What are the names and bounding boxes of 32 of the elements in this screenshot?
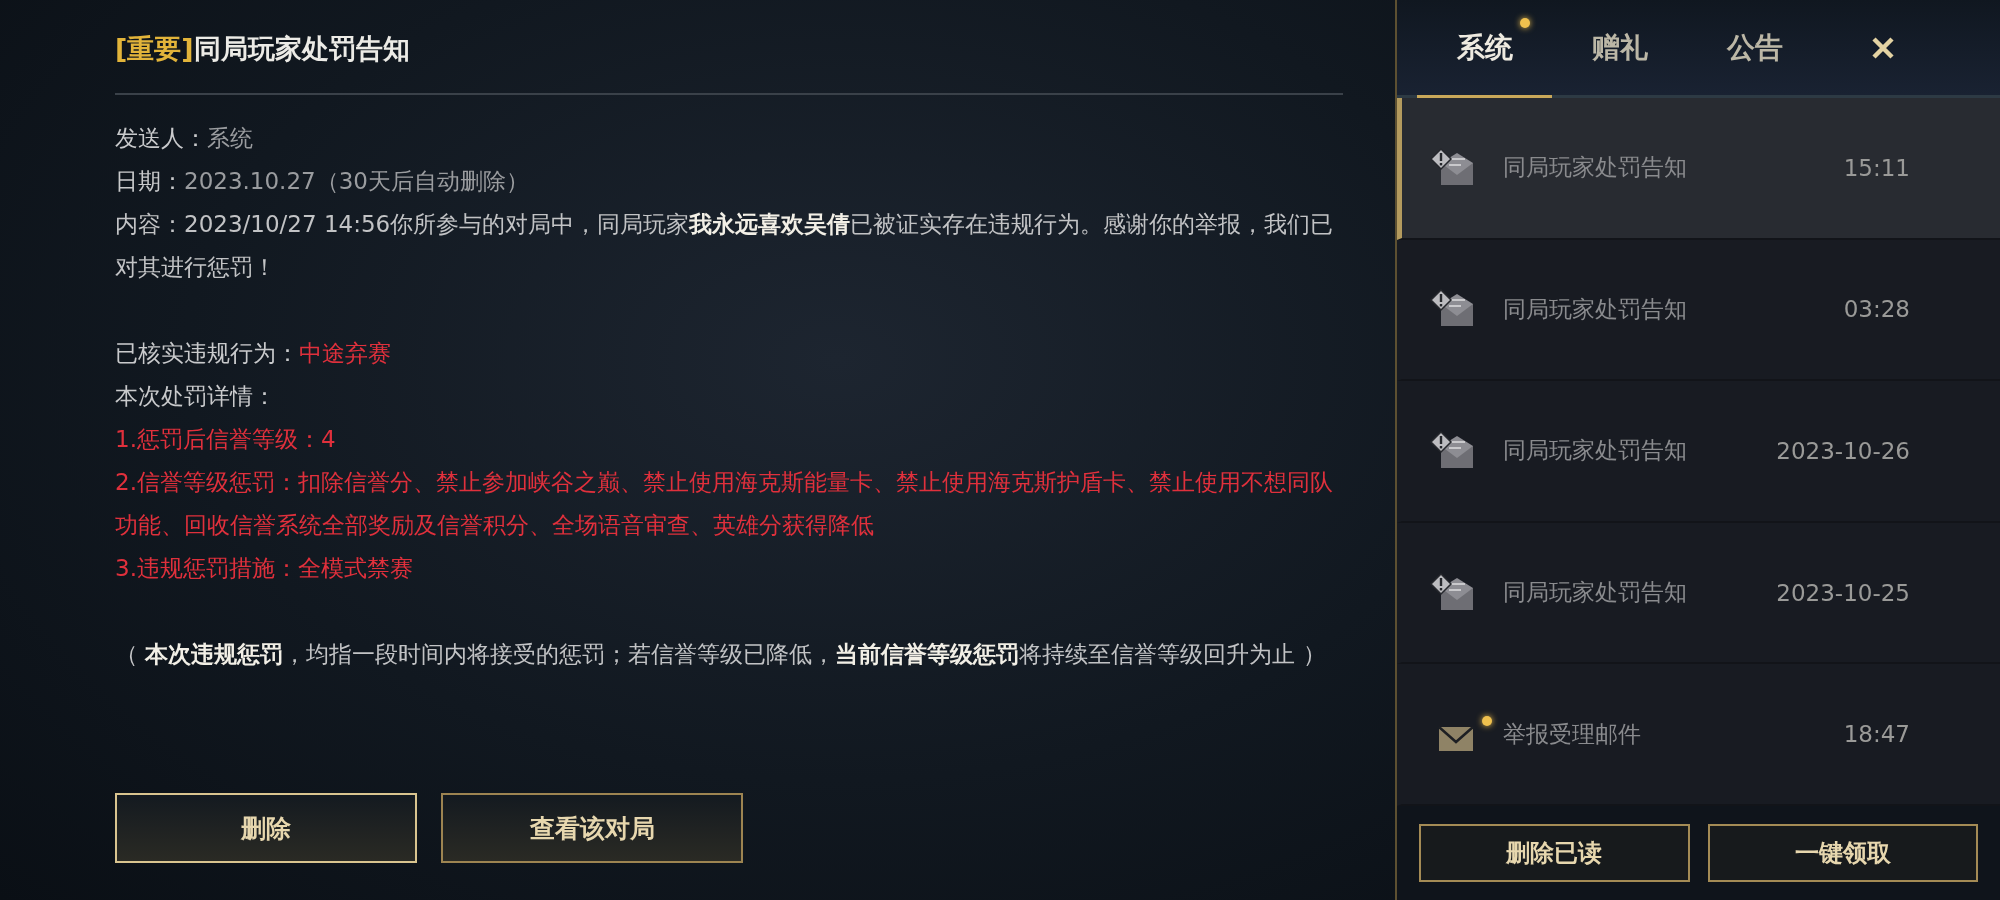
important-tag: [重要]: [115, 31, 194, 67]
view-match-button[interactable]: 查看该对局: [441, 793, 743, 863]
delete-read-button[interactable]: 删除已读: [1419, 824, 1690, 882]
violation-label: 已核实违规行为：: [115, 339, 299, 368]
date-value: 2023.10.27（30天后自动删除）: [184, 167, 529, 196]
mail-item-title: 同局玩家处罚告知: [1503, 436, 1687, 466]
sender-label: 发送人：: [115, 124, 207, 153]
mail-item-time: 03:28: [1843, 296, 1910, 323]
penalty-text: 1.惩罚后信誉等级：4: [115, 425, 337, 454]
mail-title: 同局玩家处罚告知: [193, 32, 410, 66]
violation-value: 中途弃赛: [299, 339, 391, 368]
mail-item-time: 18:47: [1843, 721, 1910, 748]
penalty-text: 2.信誉等级惩罚：扣除信誉分、禁止参加峡谷之巅、禁止使用海克斯能量卡、禁止使用海克斯护盾卡、禁止使用不想同队功能、回收信誉系统全部奖励及信誉积分、全场语音审查、英雄分获得降低: [115, 468, 1334, 540]
penalty-note: （ 本次违规惩罚，均指一段时间内将接受的惩罚；若信誉等级已降低，当前信誉等级惩罚将持续至信誉等级回升为止 ）: [115, 640, 1327, 669]
mail-content: 内容：2023/10/27 14:56你所参与的对局中，同局玩家我永远喜欢吴倩已被证实存在违规行为。感谢你的举报，我们已对其进行惩罚！: [115, 210, 1335, 282]
claim-all-button[interactable]: 一键领取: [1707, 824, 1978, 882]
mail-item-title: 举报受理邮件: [1503, 719, 1641, 749]
mail-item-title: 同局玩家处罚告知: [1503, 578, 1687, 608]
sender-value: 系统: [207, 124, 253, 153]
mail-tab[interactable]: 赠礼: [1552, 0, 1687, 98]
close-button[interactable]: [1871, 35, 1895, 60]
mail-list-item[interactable]: 同局玩家处罚告知 15:11: [1397, 98, 2000, 240]
mail-item-time: 2023-10-25: [1776, 579, 1910, 606]
mail-item-time: 2023-10-26: [1776, 438, 1910, 464]
mail-item-title: 同局玩家处罚告知: [1503, 294, 1687, 324]
details-label: 本次处罚详情：: [115, 382, 276, 411]
penalty-text: 3.违规惩罚措施：全模式禁赛: [115, 554, 414, 583]
mail-tab[interactable]: 公告: [1687, 0, 1822, 98]
mail-item-time: 15:11: [1843, 154, 1910, 181]
date-label: 日期：: [115, 167, 184, 196]
mail-item-title: 同局玩家处罚告知: [1503, 153, 1687, 183]
delete-button[interactable]: 删除: [115, 793, 417, 863]
